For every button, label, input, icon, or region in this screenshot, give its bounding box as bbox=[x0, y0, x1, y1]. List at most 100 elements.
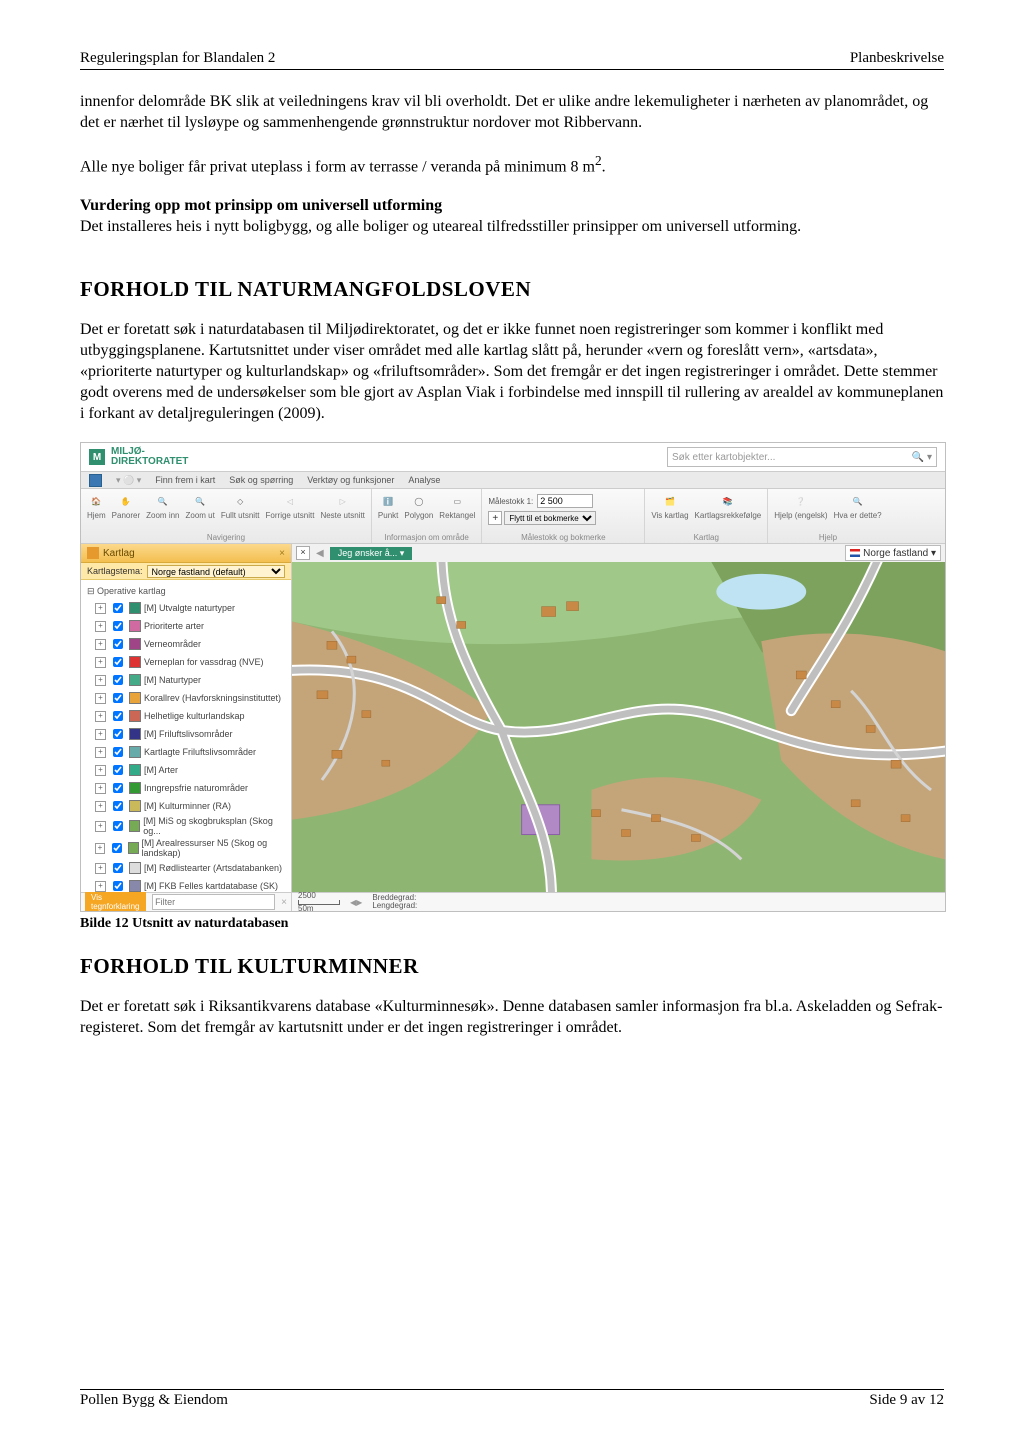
point-icon: ℹ️ bbox=[379, 492, 397, 510]
layer-item[interactable]: +[M] Friluftslivsområder bbox=[81, 725, 291, 743]
page-header: Reguleringsplan for Blandalen 2 Planbesk… bbox=[80, 50, 944, 70]
btn-pan[interactable]: ✋Panorer bbox=[112, 492, 140, 520]
layer-panel: Kartlag × Kartlagstema: Norge fastland (… bbox=[81, 544, 292, 911]
btn-prev[interactable]: ◁Forrige utsnitt bbox=[266, 492, 315, 520]
bookmark-select[interactable]: Flytt til et bokmerke bbox=[504, 511, 596, 525]
footer-left: Pollen Bygg & Eiendom bbox=[80, 1392, 228, 1409]
region-chip[interactable]: Norge fastland ▾ bbox=[845, 545, 941, 561]
btn-vis-kartlag[interactable]: 🗂️Vis kartlag bbox=[651, 492, 688, 520]
gis-logo-icon: M bbox=[89, 449, 105, 465]
header-right: Planbeskrivelse bbox=[850, 50, 944, 67]
prev-extent-icon: ◁ bbox=[281, 492, 299, 510]
kartlagstema-select[interactable]: Norge fastland (default) bbox=[147, 565, 285, 578]
layer-item[interactable]: +Korallrev (Havforskningsinstituttet) bbox=[81, 689, 291, 707]
zoom-in-icon: 🔍 bbox=[154, 492, 172, 510]
footer-right: Side 9 av 12 bbox=[869, 1392, 944, 1409]
ribbon-group-info: ℹ️Punkt ◯Polygon ▭Rektangel Informasjon … bbox=[372, 489, 482, 543]
layers-panel-icon bbox=[87, 547, 99, 559]
map-footer: 2500 50m ◀▶ Breddegrad: Lengdegrad: bbox=[292, 892, 945, 911]
scalebar: 2500 50m bbox=[298, 892, 340, 913]
layer-item[interactable]: +Prioriterte arter bbox=[81, 617, 291, 635]
btn-help[interactable]: ❔Hjelp (engelsk) bbox=[774, 492, 827, 520]
ribbon-group-nav: 🏠Hjem ✋Panorer 🔍Zoom inn 🔍Zoom ut ◇Fullt… bbox=[81, 489, 372, 543]
figure-caption: Bilde 12 Utsnitt av naturdatabasen bbox=[80, 916, 944, 932]
layer-item[interactable]: +[M] Kulturminner (RA) bbox=[81, 797, 291, 815]
map-canvas[interactable] bbox=[292, 562, 945, 893]
subheading-uu: Vurdering opp mot prinsipp om universell… bbox=[80, 197, 442, 214]
map-close-icon[interactable]: × bbox=[296, 546, 310, 560]
layer-panel-header: Kartlag × bbox=[81, 544, 291, 563]
btn-zoomout[interactable]: 🔍Zoom ut bbox=[186, 492, 215, 520]
btn-polygon[interactable]: ◯Polygon bbox=[404, 492, 433, 520]
legend-bar: Vis tegnforklaring × bbox=[81, 892, 291, 911]
btn-home[interactable]: 🏠Hjem bbox=[87, 492, 106, 520]
gis-screenshot: M MILJØ- DIREKTORATET Søk etter kartobje… bbox=[80, 442, 946, 912]
layer-order-icon: 📚 bbox=[719, 492, 737, 510]
paragraph-uu: Vurdering opp mot prinsipp om universell… bbox=[80, 196, 944, 238]
btn-next[interactable]: ▷Neste utsnitt bbox=[320, 492, 364, 520]
ribbon-group-scale: Målestokk 1: + Flytt til et bokmerke Mål… bbox=[482, 489, 645, 543]
btn-kart-order[interactable]: 📚Kartlagsrekkefølge bbox=[695, 492, 762, 520]
tab-analyse[interactable]: Analyse bbox=[408, 475, 440, 485]
panel-close-icon[interactable]: × bbox=[279, 548, 285, 559]
btn-fullextent[interactable]: ◇Fullt utsnitt bbox=[221, 492, 260, 520]
page-footer: Pollen Bygg & Eiendom Side 9 av 12 bbox=[80, 1389, 944, 1409]
polygon-icon: ◯ bbox=[410, 492, 428, 510]
map-toolbar: × ◀ Jeg ønsker å... ▾ Norge fastland ▾ bbox=[292, 544, 945, 563]
layers-icon: 🗂️ bbox=[661, 492, 679, 510]
btn-whatsthis[interactable]: 🔍Hva er dette? bbox=[834, 492, 882, 520]
layer-item[interactable]: +[M] Rødlistearter (Artsdatabanken) bbox=[81, 859, 291, 877]
tab-sok[interactable]: Søk og spørring bbox=[229, 475, 293, 485]
btn-rekt[interactable]: ▭Rektangel bbox=[439, 492, 475, 520]
gis-topbar: M MILJØ- DIREKTORATET Søk etter kartobje… bbox=[81, 443, 945, 472]
paragraph-kulturminner: Det er foretatt søk i Riksantikvarens da… bbox=[80, 997, 944, 1039]
home-icon: 🏠 bbox=[87, 492, 105, 510]
search-icon: 🔍 ▾ bbox=[912, 452, 932, 463]
gis-ribbon: 🏠Hjem ✋Panorer 🔍Zoom inn 🔍Zoom ut ◇Fullt… bbox=[81, 489, 945, 544]
zoom-out-icon: 🔍 bbox=[191, 492, 209, 510]
jeg-onsker-button[interactable]: Jeg ønsker å... ▾ bbox=[330, 547, 413, 560]
legend-filter-input[interactable] bbox=[152, 894, 275, 910]
tab-finn[interactable]: Finn frem i kart bbox=[155, 475, 215, 485]
layer-item[interactable]: +Verneplan for vassdrag (NVE) bbox=[81, 653, 291, 671]
layer-item[interactable]: +[M] Arter bbox=[81, 761, 291, 779]
layer-item[interactable]: +Kartlagte Friluftslivsområder bbox=[81, 743, 291, 761]
tab-verktoy[interactable]: Verktøy og funksjoner bbox=[307, 475, 394, 485]
layer-item[interactable]: +[M] Utvalgte naturtyper bbox=[81, 599, 291, 617]
paragraph-naturdb: Det er foretatt søk i naturdatabasen til… bbox=[80, 320, 944, 424]
map-area[interactable]: × ◀ Jeg ønsker å... ▾ Norge fastland ▾ bbox=[292, 544, 945, 911]
layer-item[interactable]: +[M] FKB Felles kartdatabase (SK) bbox=[81, 877, 291, 892]
btn-zoomin[interactable]: 🔍Zoom inn bbox=[146, 492, 179, 520]
heading-naturmangfold: FORHOLD TIL NATURMANGFOLDSLOVEN bbox=[80, 277, 944, 302]
layer-item[interactable]: +[M] Naturtyper bbox=[81, 671, 291, 689]
add-bookmark-button[interactable]: + bbox=[488, 511, 502, 525]
kartlagstema-row: Kartlagstema: Norge fastland (default) bbox=[81, 563, 291, 580]
layer-item[interactable]: +Helhetlige kulturlandskap bbox=[81, 707, 291, 725]
full-extent-icon: ◇ bbox=[231, 492, 249, 510]
app-menu-icon[interactable] bbox=[89, 474, 102, 487]
layer-item[interactable]: +Verneområder bbox=[81, 635, 291, 653]
gis-brand: MILJØ- DIREKTORATET bbox=[111, 447, 188, 467]
flag-icon bbox=[850, 549, 860, 557]
gis-search-input[interactable]: Søk etter kartobjekter... 🔍 ▾ bbox=[667, 447, 937, 467]
gis-tabstrip: ▾ ⚪ ▾ Finn frem i kart Søk og spørring V… bbox=[81, 472, 945, 489]
help-icon: ❔ bbox=[792, 492, 810, 510]
hand-icon: ✋ bbox=[117, 492, 135, 510]
ribbon-group-help: ❔Hjelp (engelsk) 🔍Hva er dette? Hjelp bbox=[768, 489, 887, 543]
btn-punkt[interactable]: ℹ️Punkt bbox=[378, 492, 398, 520]
layer-group[interactable]: ⊟ Operative kartlag bbox=[81, 584, 291, 599]
whatsthis-icon: 🔍 bbox=[849, 492, 867, 510]
layer-item[interactable]: +Inngrepsfrie naturområder bbox=[81, 779, 291, 797]
layer-list[interactable]: ⊟ Operative kartlag+[M] Utvalgte naturty… bbox=[81, 580, 291, 892]
legend-button[interactable]: Vis tegnforklaring bbox=[85, 892, 146, 912]
ribbon-group-kartlag: 🗂️Vis kartlag 📚Kartlagsrekkefølge Kartla… bbox=[645, 489, 768, 543]
next-extent-icon: ▷ bbox=[334, 492, 352, 510]
header-left: Reguleringsplan for Blandalen 2 bbox=[80, 50, 275, 67]
layer-item[interactable]: +[M] Arealressurser N5 (Skog og landskap… bbox=[81, 837, 291, 859]
heading-kulturminner: FORHOLD TIL KULTURMINNER bbox=[80, 954, 944, 979]
scale-input[interactable] bbox=[537, 494, 593, 508]
paragraph-uteplass: Alle nye boliger får privat uteplass i f… bbox=[80, 152, 944, 178]
paragraph-intro: innenfor delområde BK slik at veiledning… bbox=[80, 92, 944, 134]
legend-clear-icon[interactable]: × bbox=[281, 897, 287, 908]
layer-item[interactable]: +[M] MiS og skogbruksplan (Skog og... bbox=[81, 815, 291, 837]
